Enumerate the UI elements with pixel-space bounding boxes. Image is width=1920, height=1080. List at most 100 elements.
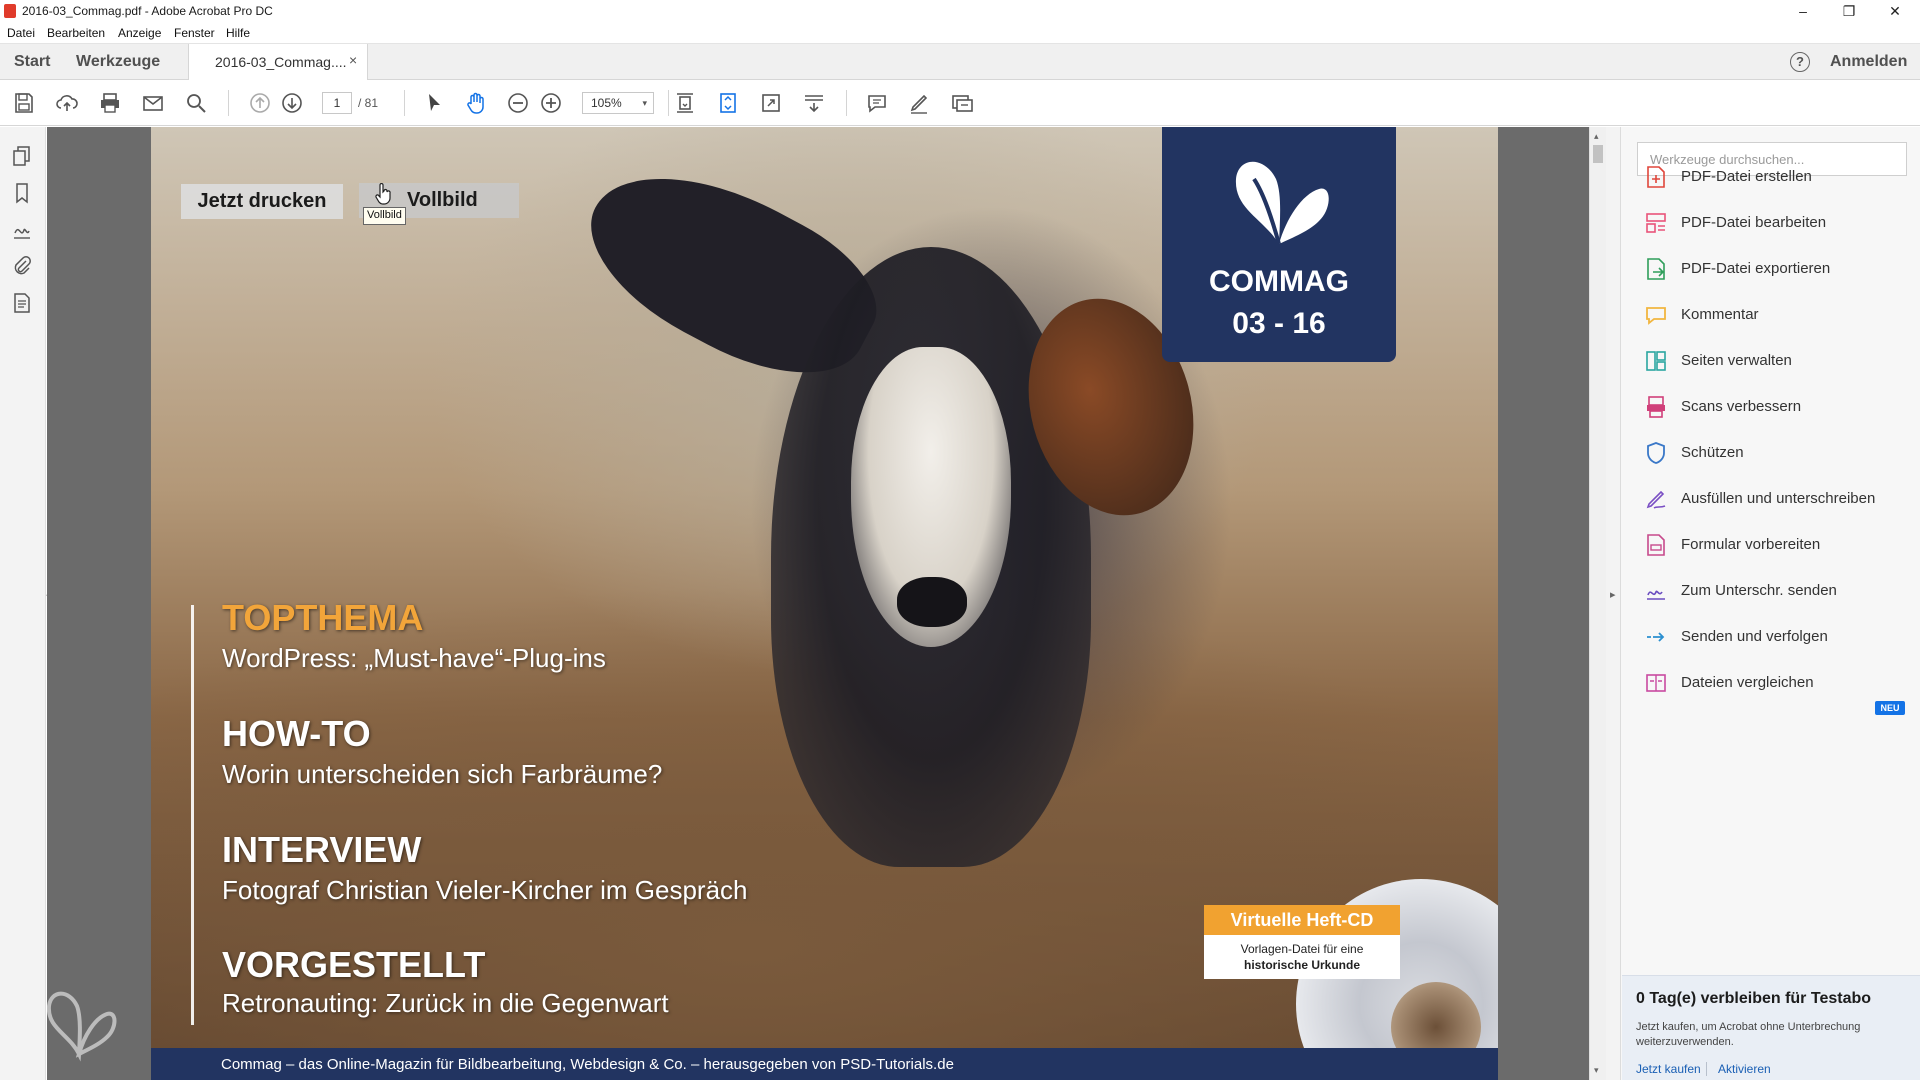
select-cursor-icon[interactable] xyxy=(422,91,446,115)
tool-fill-sign[interactable]: Ausfüllen und unterschreiben xyxy=(1645,484,1915,514)
trial-body: Jetzt kaufen, um Acrobat ohne Unterbrech… xyxy=(1636,1021,1861,1048)
trial-notice: 0 Tag(e) verbleiben für Testabo Jetzt ka… xyxy=(1622,975,1920,1080)
print-now-button[interactable]: Jetzt drucken xyxy=(181,184,343,219)
zoom-in-icon[interactable] xyxy=(539,91,563,115)
tab-werkzeuge[interactable]: Werkzeuge xyxy=(76,53,160,71)
left-navigation-pane xyxy=(0,127,46,1080)
restore-button[interactable]: ❐ xyxy=(1826,0,1872,22)
collapse-right-pane-icon[interactable]: ▸ xyxy=(1610,588,1616,601)
fit-page-icon[interactable] xyxy=(673,91,697,115)
link-divider xyxy=(1706,1062,1707,1076)
title-bar: 2016-03_Commag.pdf - Adobe Acrobat Pro D… xyxy=(0,0,1920,22)
signatures-icon[interactable] xyxy=(11,219,33,241)
page-number-input[interactable]: 1 xyxy=(322,92,352,114)
tool-label: PDF-Datei erstellen xyxy=(1681,168,1812,185)
document-properties-icon[interactable] xyxy=(11,292,33,314)
full-screen-icon[interactable] xyxy=(759,91,783,115)
menu-anzeige[interactable]: Anzeige xyxy=(118,26,161,40)
tool-comment[interactable]: Kommentar xyxy=(1645,300,1915,330)
tool-label: Zum Unterschr. senden xyxy=(1681,582,1837,599)
sign-in-button[interactable]: Anmelden xyxy=(1830,53,1907,71)
cover-photo-dog-nose xyxy=(897,577,967,627)
tools-pane: Werkzeuge durchsuchen... PDF-Datei erste… xyxy=(1620,127,1920,1080)
scrollbar-thumb[interactable] xyxy=(1593,145,1603,163)
acrobat-app-icon xyxy=(4,4,16,18)
cd-description: Vorlagen-Datei für eine historische Urku… xyxy=(1204,935,1400,979)
toolbar-divider xyxy=(228,90,229,116)
scroll-mode-icon[interactable] xyxy=(716,91,740,115)
cover-heading-howto: HOW-TO xyxy=(222,713,371,754)
print-icon[interactable] xyxy=(98,91,122,115)
hand-tool-icon[interactable] xyxy=(464,91,488,115)
tool-label: Formular vorbereiten xyxy=(1681,536,1821,553)
tab-document[interactable]: 2016-03_Commag.... × xyxy=(188,44,368,81)
tool-send-track[interactable]: Senden und verfolgen xyxy=(1645,622,1915,652)
bookmarks-icon[interactable] xyxy=(11,182,33,204)
activate-link[interactable]: Aktivieren xyxy=(1718,1062,1771,1076)
main-toolbar: 1 / 81 105% ▾ xyxy=(0,80,1920,126)
scroll-down-icon[interactable]: ▾ xyxy=(1594,1065,1599,1076)
tool-prepare-form[interactable]: Formular vorbereiten xyxy=(1645,530,1915,560)
tool-export-pdf[interactable]: PDF-Datei exportieren xyxy=(1645,254,1915,284)
comment-icon[interactable] xyxy=(865,91,889,115)
tab-start[interactable]: Start xyxy=(14,53,50,71)
send-track-icon xyxy=(1645,625,1667,649)
close-window-button[interactable]: ✕ xyxy=(1872,0,1918,22)
tool-label: Ausfüllen und unterschreiben xyxy=(1681,490,1876,507)
tool-compare-files[interactable]: Dateien vergleichen xyxy=(1645,668,1915,698)
cover-heading-vorgestellt: VORGESTELLT xyxy=(222,944,486,985)
read-mode-icon[interactable] xyxy=(802,91,826,115)
tool-label: Scans verbessern xyxy=(1681,398,1802,415)
help-icon[interactable]: ? xyxy=(1790,52,1810,72)
share-icon[interactable] xyxy=(950,91,974,115)
menu-hilfe[interactable]: Hilfe xyxy=(226,26,250,40)
menu-bearbeiten[interactable]: Bearbeiten xyxy=(47,26,105,40)
trial-title: 0 Tag(e) verbleiben für Testabo xyxy=(1636,990,1872,1007)
cover-subheading: Fotograf Christian Vieler-Kircher im Ges… xyxy=(222,875,748,905)
fullscreen-tooltip: Vollbild xyxy=(363,207,406,225)
vertical-scrollbar[interactable]: ▴ ▾ xyxy=(1589,127,1606,1080)
menu-bar: Datei Bearbeiten Anzeige Fenster Hilfe xyxy=(0,22,1920,43)
comment-bubble-icon xyxy=(1645,303,1667,327)
hand-pointer-icon xyxy=(375,183,391,205)
close-tab-icon[interactable]: × xyxy=(349,52,357,68)
page-thumbnails-icon[interactable] xyxy=(11,145,33,167)
zoom-out-icon[interactable] xyxy=(506,91,530,115)
tool-label: Kommentar xyxy=(1681,306,1759,323)
tool-enhance-scans[interactable]: Scans verbessern xyxy=(1645,392,1915,422)
buy-now-link[interactable]: Jetzt kaufen xyxy=(1636,1062,1701,1076)
prev-page-icon[interactable] xyxy=(248,91,272,115)
enhance-scans-icon xyxy=(1645,395,1667,419)
menu-fenster[interactable]: Fenster xyxy=(174,26,215,40)
tool-organize-pages[interactable]: Seiten verwalten xyxy=(1645,346,1915,376)
butterfly-logo-icon xyxy=(1235,161,1329,245)
tool-protect[interactable]: Schützen xyxy=(1645,438,1915,468)
highlight-pen-icon[interactable] xyxy=(907,91,931,115)
zoom-level-select[interactable]: 105% ▾ xyxy=(582,92,654,114)
export-pdf-icon xyxy=(1645,257,1667,281)
tool-label: Schützen xyxy=(1681,444,1744,461)
minimize-button[interactable]: – xyxy=(1780,0,1826,22)
tool-send-for-signature[interactable]: Zum Unterschr. senden xyxy=(1645,576,1915,606)
scroll-up-icon[interactable]: ▴ xyxy=(1594,131,1599,142)
document-viewport[interactable]: Jetzt drucken Vollbild Vollbild COMMAG 0… xyxy=(47,127,1597,1080)
toolbar-divider xyxy=(404,90,405,116)
save-icon[interactable] xyxy=(12,91,36,115)
menu-datei[interactable]: Datei xyxy=(7,26,35,40)
email-icon[interactable] xyxy=(141,91,165,115)
tool-edit-pdf[interactable]: PDF-Datei bearbeiten xyxy=(1645,208,1915,238)
tool-label: Dateien vergleichen xyxy=(1681,674,1814,691)
search-icon[interactable] xyxy=(184,91,208,115)
tool-label: Seiten verwalten xyxy=(1681,352,1792,369)
next-page-icon[interactable] xyxy=(280,91,304,115)
upload-icon[interactable] xyxy=(55,91,79,115)
cover-subheading: Retronauting: Zurück in die Gegenwart xyxy=(222,988,669,1018)
document-tab-label: 2016-03_Commag.... xyxy=(215,54,347,70)
attachments-icon[interactable] xyxy=(11,255,33,277)
tool-create-pdf[interactable]: PDF-Datei erstellen xyxy=(1645,162,1915,192)
tool-label: PDF-Datei exportieren xyxy=(1681,260,1831,277)
toolbar-divider xyxy=(668,90,669,116)
issue-number: 03 - 16 xyxy=(1232,307,1326,340)
cd-description-line: historische Urkunde xyxy=(1243,958,1361,972)
right-pane-splitter[interactable] xyxy=(1606,127,1620,1080)
